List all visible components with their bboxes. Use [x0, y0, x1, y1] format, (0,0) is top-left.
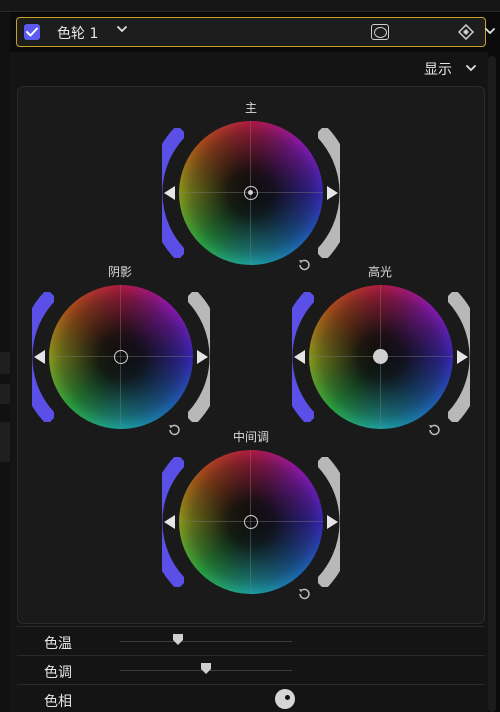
display-menu-button[interactable]: 显示 — [424, 59, 452, 79]
chevron-down-icon[interactable] — [485, 27, 495, 35]
tint-slider-thumb[interactable] — [201, 663, 211, 675]
keyframe-icon[interactable] — [458, 24, 474, 40]
wheel-puck[interactable] — [244, 515, 258, 529]
wheel-puck[interactable] — [244, 186, 258, 200]
chevron-down-icon[interactable] — [466, 64, 476, 72]
temperature-slider-track[interactable] — [120, 641, 292, 642]
tint-row: 色调 — [17, 655, 485, 685]
reset-icon[interactable] — [427, 423, 441, 437]
wheel-puck[interactable] — [114, 350, 128, 364]
color-wheel-highlights[interactable] — [309, 285, 453, 429]
effect-header[interactable]: 色轮 1 — [16, 17, 495, 47]
effect-name[interactable]: 色轮 1 — [57, 23, 98, 43]
top-toolbar-strip — [0, 0, 500, 12]
temperature-row: 色温 — [17, 626, 485, 656]
reset-icon[interactable] — [297, 587, 311, 601]
checkmark-icon — [26, 27, 38, 37]
hue-knob[interactable] — [275, 689, 295, 709]
reset-icon[interactable] — [297, 258, 311, 272]
hue-label: 色相 — [44, 694, 72, 710]
hue-row: 色相 — [17, 684, 485, 712]
color-wheel-midtones[interactable] — [179, 450, 323, 594]
color-wheel-shadows[interactable] — [49, 285, 193, 429]
scrollbar[interactable] — [488, 56, 496, 712]
tint-label: 色调 — [44, 665, 72, 681]
reset-icon[interactable] — [167, 423, 181, 437]
left-gutter — [0, 12, 10, 712]
temperature-label: 色温 — [44, 636, 72, 652]
wheel-label-master: 主 — [244, 101, 257, 115]
chevron-down-icon[interactable] — [117, 25, 127, 33]
temperature-slider-thumb[interactable] — [173, 634, 184, 646]
wheel-puck[interactable] — [373, 349, 388, 364]
wheel-label-midtones: 中间调 — [232, 430, 269, 444]
mask-icon[interactable] — [371, 24, 389, 40]
wheel-label-shadows: 阴影 — [107, 265, 132, 279]
wheel-label-highlights: 高光 — [367, 265, 392, 279]
color-wheel-master[interactable] — [179, 121, 323, 265]
effect-enable-checkbox[interactable] — [24, 24, 40, 40]
